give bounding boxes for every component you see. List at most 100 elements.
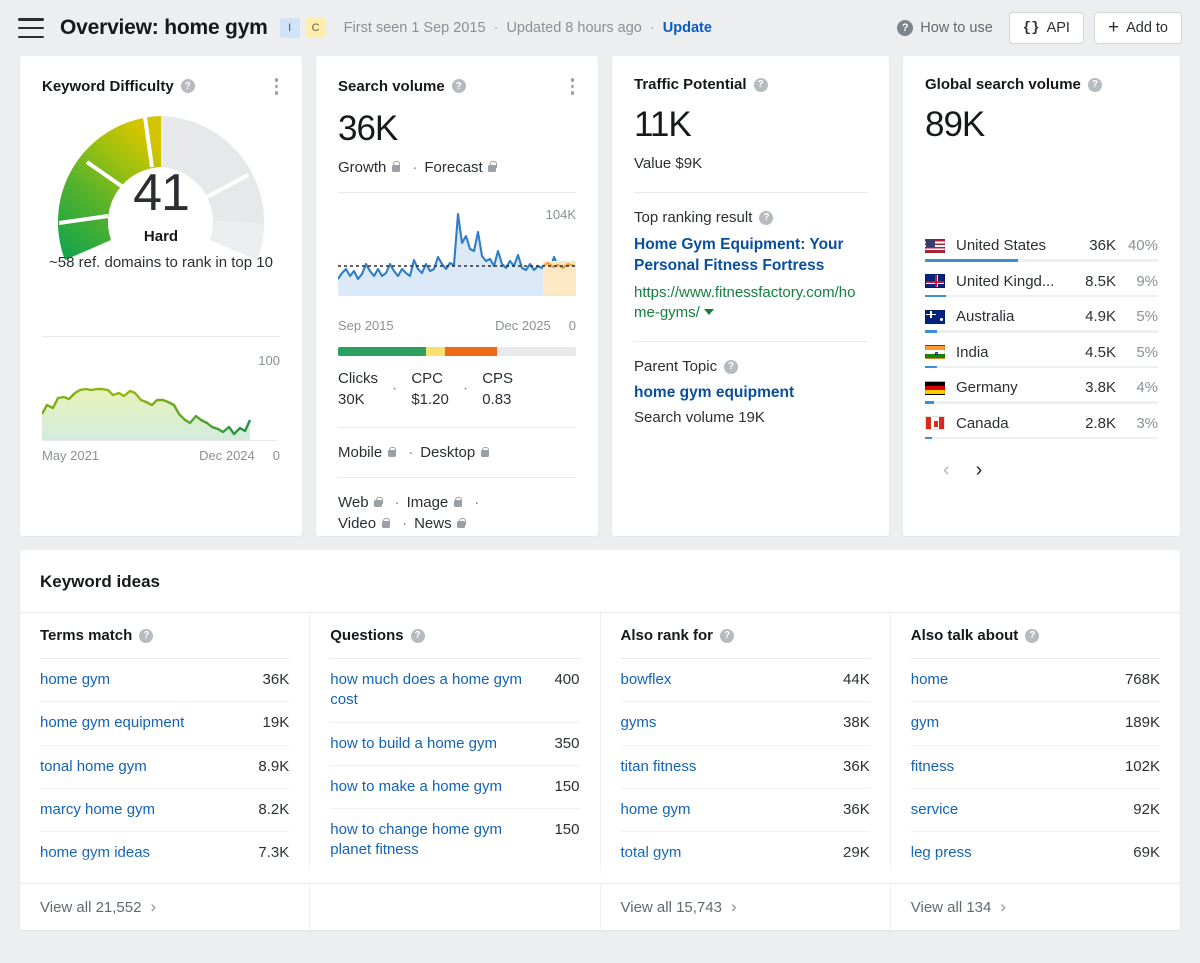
badge-commercial[interactable]: C: [306, 18, 326, 38]
keyword-row[interactable]: marcy home gym 8.2K: [40, 789, 289, 832]
hamburger-menu-icon[interactable]: [18, 18, 44, 38]
kd-more-options-icon[interactable]: [273, 76, 281, 97]
keyword-row[interactable]: titan fitness 36K: [621, 746, 870, 789]
keyword-term[interactable]: home gym equipment: [40, 713, 253, 733]
sv-chart-ymax: 104K: [546, 207, 576, 222]
keyword-volume: 36K: [843, 757, 870, 777]
tp-help-icon[interactable]: ?: [754, 78, 768, 92]
keyword-term[interactable]: titan fitness: [621, 757, 834, 777]
clicks-bar-green: [338, 347, 426, 356]
gv-country-row[interactable]: Australia 4.9K 5%: [925, 302, 1158, 338]
image-label[interactable]: Image: [407, 494, 449, 511]
gv-help-icon[interactable]: ?: [1088, 78, 1102, 92]
chevron-right-icon[interactable]: ›: [976, 460, 983, 480]
keyword-row[interactable]: bowflex 44K: [621, 659, 870, 702]
tp-parent-topic[interactable]: home gym equipment: [634, 384, 867, 402]
gv-country-row[interactable]: United Kingd... 8.5K 9%: [925, 267, 1158, 303]
gv-country-row[interactable]: Germany 3.8K 4%: [925, 373, 1158, 409]
add-to-button[interactable]: + Add to: [1094, 12, 1182, 44]
keyword-row[interactable]: service 92K: [911, 789, 1160, 832]
column-help-icon[interactable]: ?: [720, 629, 734, 643]
keyword-row[interactable]: total gym 29K: [621, 832, 870, 874]
meta-separator-1: ·: [490, 20, 503, 36]
keyword-term[interactable]: home: [911, 670, 1115, 690]
keyword-row[interactable]: fitness 102K: [911, 746, 1160, 789]
keyword-row[interactable]: how to make a home gym 150: [330, 766, 579, 809]
keyword-row[interactable]: how to build a home gym 350: [330, 723, 579, 766]
keyword-row[interactable]: how much does a home gym cost 400: [330, 659, 579, 723]
web-label[interactable]: Web: [338, 494, 369, 511]
update-link[interactable]: Update: [663, 20, 712, 36]
traffic-potential-card: Traffic Potential ? 11K Value $9K Top ra…: [612, 56, 889, 536]
keyword-term[interactable]: gyms: [621, 713, 834, 733]
gv-country-row[interactable]: India 4.5K 5%: [925, 338, 1158, 374]
desktop-label[interactable]: Desktop: [420, 444, 475, 461]
clicks-bar-yellow: [426, 347, 445, 356]
keyword-term[interactable]: how to change home gym planet fitness: [330, 820, 544, 861]
keyword-row[interactable]: home gym equipment 19K: [40, 702, 289, 745]
keyword-term[interactable]: leg press: [911, 843, 1124, 863]
gv-country-row[interactable]: Canada 2.8K 3%: [925, 409, 1158, 445]
clicks-value: 30K: [338, 389, 378, 411]
api-button[interactable]: {} API: [1009, 12, 1084, 44]
keyword-row[interactable]: tonal home gym 8.9K: [40, 746, 289, 789]
serp-sep-3: ·: [395, 515, 414, 532]
keyword-row[interactable]: gyms 38K: [621, 702, 870, 745]
keyword-row[interactable]: home gym ideas 7.3K: [40, 832, 289, 874]
keyword-term[interactable]: fitness: [911, 757, 1115, 777]
lock-icon: [487, 161, 498, 174]
tp-divider-2: [634, 341, 867, 342]
keyword-term[interactable]: marcy home gym: [40, 800, 248, 820]
kd-help-icon[interactable]: ?: [181, 79, 195, 93]
tp-parent-help-icon[interactable]: ?: [724, 360, 738, 374]
chevron-down-icon[interactable]: [704, 309, 714, 315]
tp-result-url[interactable]: https://www.fitnessfactory.com/home-gyms…: [634, 283, 867, 324]
view-all-terms-match-button[interactable]: View all 21,552 ›: [40, 884, 289, 930]
keyword-term[interactable]: home gym: [40, 670, 253, 690]
keyword-term[interactable]: bowflex: [621, 670, 834, 690]
keyword-term[interactable]: tonal home gym: [40, 757, 248, 777]
keyword-term[interactable]: gym: [911, 713, 1115, 733]
view-all-also-rank-for-button[interactable]: View all 15,743 ›: [621, 884, 870, 930]
keyword-row[interactable]: leg press 69K: [911, 832, 1160, 874]
gv-country-list: United States 36K 40% United Kingd... 8.…: [925, 231, 1158, 444]
keyword-term[interactable]: total gym: [621, 843, 834, 863]
column-help-icon[interactable]: ?: [411, 629, 425, 643]
keyword-term[interactable]: home gym: [621, 800, 834, 820]
keyword-row[interactable]: home gym 36K: [621, 789, 870, 832]
badge-informational[interactable]: I: [280, 18, 300, 38]
column-help-icon[interactable]: ?: [1025, 629, 1039, 643]
keyword-row[interactable]: how to change home gym planet fitness 15…: [330, 809, 579, 872]
how-to-use-link[interactable]: ? How to use: [897, 20, 993, 36]
sv-more-options-icon[interactable]: [569, 76, 577, 97]
keyword-row[interactable]: gym 189K: [911, 702, 1160, 745]
column-help-icon[interactable]: ?: [139, 629, 153, 643]
view-all-also-talk-about-button[interactable]: View all 134 ›: [911, 884, 1160, 930]
sv-axis-row: Sep 2015 Dec 2025 0: [338, 318, 576, 333]
keyword-row[interactable]: home gym 36K: [40, 659, 289, 702]
chevron-left-icon[interactable]: ‹: [943, 460, 950, 480]
tp-result-title[interactable]: Home Gym Equipment: Your Personal Fitnes…: [634, 235, 867, 277]
sv-growth-forecast: Growth · Forecast: [338, 159, 576, 176]
search-volume-card: Search volume ? 36K Growth · Forecast 10…: [316, 56, 598, 536]
keyword-term[interactable]: home gym ideas: [40, 843, 248, 863]
news-label[interactable]: News: [414, 515, 452, 532]
sv-divider-2: [338, 427, 576, 428]
sv-forecast-label[interactable]: Forecast: [424, 159, 482, 176]
keyword-term[interactable]: how much does a home gym cost: [330, 670, 544, 711]
keyword-term[interactable]: service: [911, 800, 1124, 820]
keyword-term[interactable]: how to build a home gym: [330, 734, 544, 754]
mobile-label[interactable]: Mobile: [338, 444, 382, 461]
column-header: Terms match ?: [40, 613, 289, 659]
gv-country-pct: 5%: [1116, 344, 1158, 361]
lock-icon: [386, 446, 397, 459]
kd-gauge: 41 Hard ~58 ref. domains to rank in top …: [42, 103, 280, 318]
video-label[interactable]: Video: [338, 515, 376, 532]
keyword-term[interactable]: how to make a home gym: [330, 777, 544, 797]
sv-help-icon[interactable]: ?: [452, 79, 466, 93]
sv-growth-label[interactable]: Growth: [338, 159, 386, 176]
gv-country-row[interactable]: United States 36K 40%: [925, 231, 1158, 267]
keyword-row[interactable]: home 768K: [911, 659, 1160, 702]
tp-top-ranking-help-icon[interactable]: ?: [759, 211, 773, 225]
sv-trend-chart: 104K: [338, 209, 576, 314]
